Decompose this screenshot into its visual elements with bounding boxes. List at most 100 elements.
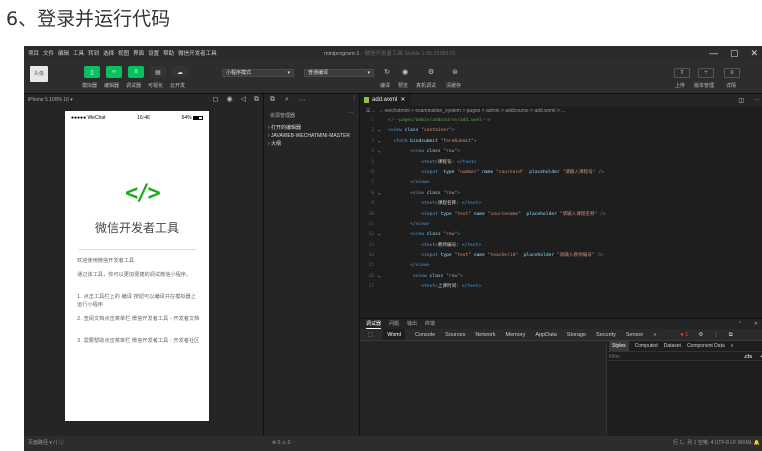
collapse-icon[interactable]: ⌃ <box>738 319 742 329</box>
fold-icon[interactable]: ⌄ <box>378 126 388 136</box>
menu-item-edit[interactable]: 编辑 <box>58 49 69 57</box>
code-line[interactable]: 8 ⌄ <view class="row"> <box>360 189 762 199</box>
visual-button[interactable]: ▤ <box>150 66 166 78</box>
record-icon[interactable]: ◉ <box>227 94 233 106</box>
tab-security[interactable]: Security <box>596 329 616 340</box>
close-icon[interactable]: ✕ <box>750 46 758 60</box>
error-badge[interactable]: ● 1 <box>680 329 688 340</box>
fold-icon[interactable]: ⌄ <box>378 137 388 147</box>
menu-item-project[interactable]: 项目 <box>28 49 39 57</box>
code-line[interactable]: 17 <text>上课时间: </text> <box>360 282 762 292</box>
tab-memory[interactable]: Memory <box>506 329 526 340</box>
maximize-icon[interactable]: ▢ <box>730 46 739 60</box>
menu-item-devtools[interactable]: 微信开发者工具 <box>178 49 217 57</box>
more-styles-icon[interactable]: » <box>731 341 734 351</box>
close-panel-icon[interactable]: ✕ <box>754 319 758 329</box>
files-icon[interactable]: ⧉ <box>270 96 275 104</box>
menu-item-tools[interactable]: 工具 <box>73 49 84 57</box>
tab-storage[interactable]: Storage <box>567 329 586 340</box>
inspect-icon[interactable]: ⬚ <box>368 329 373 340</box>
kebab-icon[interactable]: ⋮ <box>713 329 719 340</box>
code-line[interactable]: 10 <input type="text" name="coursename" … <box>360 210 762 220</box>
settings-icon[interactable]: ⚙ <box>698 329 703 340</box>
menu-item-help[interactable]: 帮助 <box>163 49 174 57</box>
explorer-project-folder[interactable]: › JAVAWEB-WECHATMINI-MASTER <box>264 132 359 140</box>
code-line[interactable]: 5 <text>课程号: </text> <box>360 158 762 168</box>
close-tab-icon[interactable]: ✕ <box>400 94 405 106</box>
tab-sensor[interactable]: Sensor <box>626 329 643 340</box>
back-arrow-icon[interactable]: ☰ ← → <box>366 108 383 114</box>
version-icon[interactable]: ⑂ <box>698 68 714 78</box>
tab-styles[interactable]: Styles <box>609 341 629 351</box>
device-select[interactable]: iPhone 5 100% 16 ▾ <box>28 97 73 103</box>
tab-output[interactable]: 输出 <box>407 319 417 329</box>
tab-debugger[interactable]: 调试器 <box>366 319 382 329</box>
tab-network[interactable]: Network <box>475 329 495 340</box>
more-tabs-icon[interactable]: » <box>653 329 656 340</box>
cloud-button[interactable]: ☁ <box>172 66 188 78</box>
split-editor-icon[interactable]: ◫ <box>738 97 744 104</box>
code-line[interactable]: 6 <input type="number" name="courseid" p… <box>360 168 762 178</box>
code-line[interactable]: 7 </view> <box>360 178 762 188</box>
simulator-toggle-button[interactable]: ▯ <box>84 66 100 78</box>
code-line[interactable]: 9 <text>课程名称: </text> <box>360 199 762 209</box>
preview-icon[interactable]: ◉ <box>398 68 412 78</box>
code-line[interactable]: 12 ⌄ <view class="row"> <box>360 230 762 240</box>
menu-item-settings[interactable]: 设置 <box>148 49 159 57</box>
tab-terminal[interactable]: 终端 <box>425 319 435 329</box>
tab-sources[interactable]: Sources <box>445 329 465 340</box>
search-icon[interactable]: ⌕ <box>285 96 289 104</box>
compile-select[interactable]: 普通编译 ▾ <box>304 69 374 77</box>
popout-icon[interactable]: ⧉ <box>254 94 259 106</box>
code-lines[interactable]: 1 <!--pages/admin/addcourse/add.wxml--> 2 ⌄… <box>360 116 762 293</box>
upload-icon[interactable]: ⇧ <box>674 68 690 78</box>
minimize-icon[interactable]: — <box>709 46 718 60</box>
label-cloud: 云开发 <box>170 83 186 89</box>
tab-dataset[interactable]: Dataset <box>664 341 681 351</box>
back-icon[interactable]: ◁ <box>241 94 246 106</box>
debugger-toggle-button[interactable]: ≡ <box>128 66 144 78</box>
fold-icon[interactable]: ⌄ <box>378 272 388 282</box>
code-line[interactable]: 4 ⌄ <view class="row"> <box>360 147 762 157</box>
code-line[interactable]: 2 ⌄ <view class="container"> <box>360 126 762 136</box>
code-line[interactable]: 3 ⌄ <form bindsubmit="formSubmit"> <box>360 137 762 147</box>
stop-icon[interactable]: ◻ <box>213 94 219 106</box>
clear-cache-icon[interactable]: ⊜ <box>448 68 462 78</box>
code-line[interactable]: 16 ⌄ <view class="row"> <box>360 272 762 282</box>
panel-toggle-icon[interactable]: ⫶ <box>353 96 355 104</box>
fold-icon[interactable]: ⌄ <box>378 147 388 157</box>
code-line[interactable]: 14 <input type="text" name="teacherid" p… <box>360 251 762 261</box>
remote-debug-icon[interactable]: ⚙ <box>424 68 438 78</box>
more-icon[interactable]: ··· <box>299 97 306 104</box>
dock-icon[interactable]: ⧉ <box>729 329 733 340</box>
mode-select[interactable]: 小程序模式 ▾ <box>222 69 294 77</box>
cls-toggle[interactable]: .cls <box>744 352 752 362</box>
details-icon[interactable]: ≡ <box>724 68 740 78</box>
code-line[interactable]: 13 <text>教师编号: </text> <box>360 241 762 251</box>
more-icon[interactable]: ··· <box>754 97 760 103</box>
code-line[interactable]: 15 </view> <box>360 261 762 271</box>
menu-item-view[interactable]: 视图 <box>118 49 129 57</box>
tab-wxml[interactable]: Wxml <box>383 329 405 340</box>
tab-add-wxml[interactable]: add.wxml ✕ <box>360 94 412 106</box>
styles-filter-input[interactable]: Filter .cls + <box>607 351 762 361</box>
code-line[interactable]: 1 <!--pages/admin/addcourse/add.wxml--> <box>360 116 762 126</box>
explorer-open-editors[interactable]: › 打开的编辑器 <box>264 124 359 132</box>
tab-component-data[interactable]: Component Data <box>687 341 725 351</box>
tab-computed[interactable]: Computed <box>635 341 658 351</box>
menu-item-goto[interactable]: 转到 <box>88 49 99 57</box>
tab-appdata[interactable]: AppData <box>535 329 556 340</box>
avatar[interactable]: 头像 <box>30 66 48 82</box>
compile-icon[interactable]: ↻ <box>380 68 394 78</box>
fold-icon[interactable]: ⌄ <box>378 230 388 240</box>
menu-item-interface[interactable]: 界面 <box>133 49 144 57</box>
menu-item-file[interactable]: 文件 <box>43 49 54 57</box>
code-line[interactable]: 11 </view> <box>360 220 762 230</box>
tab-problems[interactable]: 问题 <box>389 319 399 329</box>
tab-console[interactable]: Console <box>415 329 435 340</box>
explorer-outline[interactable]: › 大纲 <box>264 140 359 148</box>
fold-icon[interactable]: ⌄ <box>378 189 388 199</box>
editor-toggle-button[interactable]: ‹› <box>106 66 122 78</box>
explorer-more-icon[interactable]: ··· <box>348 110 353 116</box>
menu-item-select[interactable]: 选择 <box>103 49 114 57</box>
